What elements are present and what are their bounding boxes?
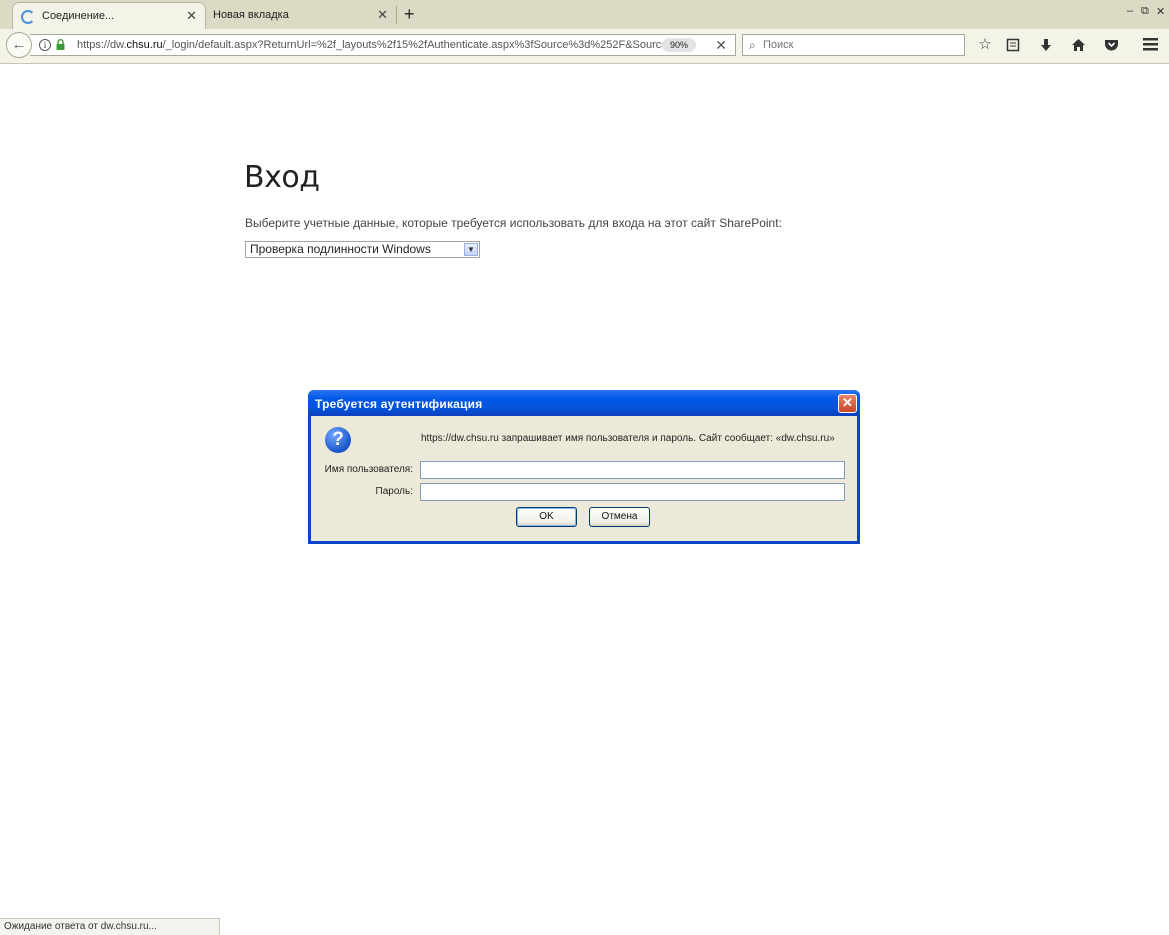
search-bar[interactable]: ⌕ — [742, 34, 965, 56]
downloads-icon[interactable] — [1036, 35, 1056, 55]
tab-close-icon[interactable]: ✕ — [377, 2, 388, 28]
tab-title: Соединение... — [42, 10, 115, 22]
home-icon[interactable] — [1068, 35, 1088, 55]
loading-spinner-icon — [21, 10, 35, 24]
bookmark-star-icon[interactable]: ☆ — [975, 35, 995, 55]
site-info-icon[interactable]: i — [39, 39, 51, 51]
tab-strip: Соединение... ✕ Новая вкладка ✕ + – ⧉ ✕ — [0, 0, 1169, 29]
dialog-title: Требуется аутентификация — [315, 397, 483, 411]
dialog-close-button[interactable]: ✕ — [838, 394, 857, 413]
page-description: Выберите учетные данные, которые требует… — [245, 216, 782, 230]
url-text[interactable]: https://dw.chsu.ru/_login/default.aspx?R… — [77, 35, 677, 55]
tab-connecting[interactable]: Соединение... ✕ — [12, 2, 206, 29]
password-label: Пароль: — [375, 486, 413, 497]
username-label: Имя пользователя: — [324, 464, 413, 475]
dialog-message: https://dw.chsu.ru запрашивает имя польз… — [421, 433, 835, 444]
menu-icon[interactable] — [1140, 35, 1160, 55]
chevron-down-icon[interactable]: ▼ — [464, 243, 478, 256]
password-field[interactable] — [420, 483, 845, 501]
back-button[interactable]: ← — [6, 32, 32, 58]
pocket-icon[interactable] — [1101, 35, 1121, 55]
status-bar: Ожидание ответа от dw.chsu.ru... — [0, 918, 220, 935]
cancel-button[interactable]: Отмена — [589, 507, 650, 527]
zoom-level-badge[interactable]: 90% — [662, 38, 696, 52]
url-domain: chsu.ru — [126, 39, 163, 51]
tab-separator — [396, 6, 397, 24]
navigation-toolbar: i https://dw.chsu.ru/_login/default.aspx… — [0, 29, 1169, 64]
tab-new-tab[interactable]: Новая вкладка ✕ — [207, 2, 396, 29]
back-arrow-icon: ← — [11, 36, 27, 53]
new-tab-button[interactable]: + — [404, 3, 415, 25]
url-path: /_login/default.aspx?ReturnUrl=%2f_layou… — [162, 39, 677, 51]
address-bar[interactable]: i https://dw.chsu.ru/_login/default.aspx… — [30, 34, 736, 56]
window-close-button[interactable]: ✕ — [1156, 5, 1165, 18]
minimize-button[interactable]: – — [1127, 5, 1133, 17]
ok-button[interactable]: OK — [516, 507, 577, 527]
search-icon: ⌕ — [749, 38, 756, 52]
auth-dialog: Требуется аутентификация ✕ ? https://dw.… — [308, 390, 860, 544]
close-icon: ✕ — [841, 395, 854, 410]
stop-loading-icon[interactable]: ✕ — [715, 35, 727, 55]
restore-button[interactable]: ⧉ — [1141, 5, 1149, 18]
auth-provider-selected: Проверка подлинности Windows — [250, 242, 431, 256]
auth-provider-select[interactable]: Проверка подлинности Windows ▼ — [245, 241, 480, 258]
username-field[interactable] — [420, 461, 845, 479]
tab-title: Новая вкладка — [213, 9, 289, 21]
bookmarks-list-icon[interactable] — [1003, 35, 1023, 55]
lock-icon[interactable] — [56, 39, 65, 50]
search-input[interactable] — [763, 36, 953, 54]
dialog-title-bar: Требуется аутентификация ✕ — [308, 390, 860, 416]
tab-close-icon[interactable]: ✕ — [186, 3, 197, 29]
url-prefix: https://dw. — [77, 39, 127, 51]
question-icon: ? — [325, 427, 351, 453]
page-title: Вход — [244, 160, 320, 195]
